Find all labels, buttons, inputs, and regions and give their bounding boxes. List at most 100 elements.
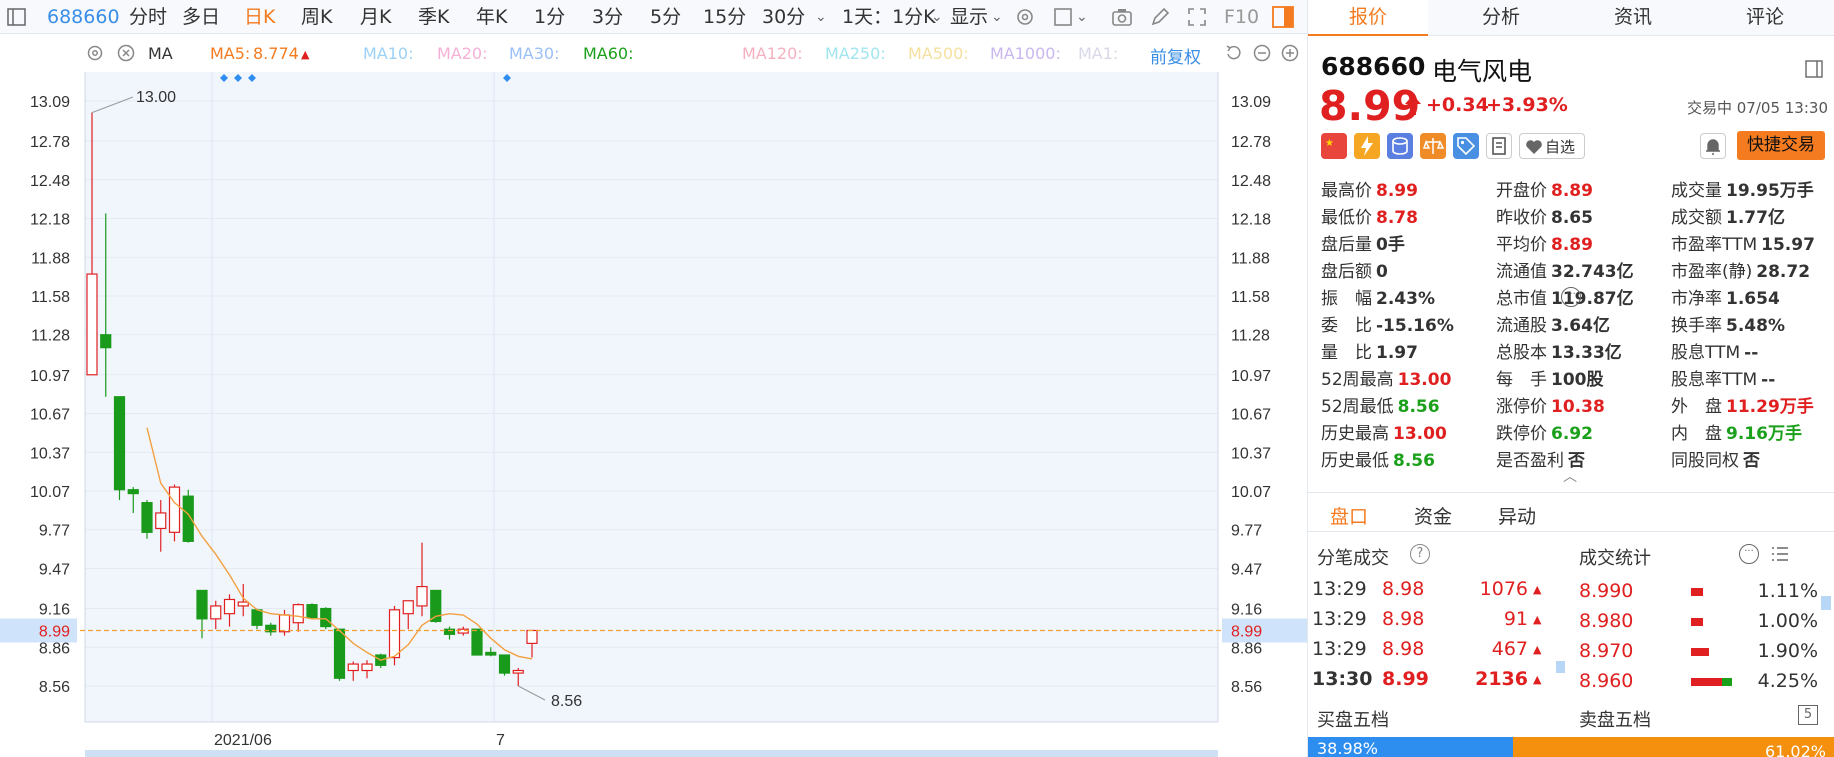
panel-toggle-icon[interactable] [1271, 5, 1294, 28]
undo-icon[interactable] [1224, 43, 1244, 67]
f10-button[interactable]: F10 [1224, 0, 1259, 34]
candle-body [292, 604, 304, 624]
tab-quarterly-k[interactable]: 季K [418, 0, 449, 34]
tab-3min[interactable]: 3分 [592, 0, 623, 34]
more-icon[interactable]: ··· [1739, 544, 1759, 564]
display-menu[interactable]: 显示 [950, 0, 988, 34]
tab-5min[interactable]: 5分 [650, 0, 681, 34]
candle-body [86, 273, 98, 376]
fullscreen-icon[interactable] [1186, 6, 1208, 28]
camera-icon[interactable] [1111, 6, 1133, 28]
scrollbar-thumb[interactable] [1556, 661, 1565, 673]
tab-orderbook[interactable]: 盘口 [1330, 502, 1368, 529]
quick-trade-button[interactable]: 快捷交易 [1737, 131, 1825, 160]
depth-tabs: 盘口 资金 异动 [1308, 492, 1834, 532]
quote-value: 32.743亿 [1551, 262, 1634, 282]
ma-indicator-label[interactable]: MA [148, 44, 173, 63]
tab-multiday[interactable]: 多日 [182, 0, 220, 34]
stock-code-tab[interactable]: 688660 [47, 0, 120, 34]
quote-value: 8.89 [1551, 181, 1593, 201]
tab-weekly-k[interactable]: 周K [301, 0, 332, 34]
quote-item: 52周最低 8.56 [1321, 392, 1440, 417]
tab-15min[interactable]: 15分 [703, 0, 746, 34]
tab-1min[interactable]: 1分 [534, 0, 565, 34]
quote-item: 昨收价 8.65 [1496, 203, 1593, 228]
quote-label: 涨停价 [1496, 397, 1547, 417]
quote-item: 同股同权否 [1671, 446, 1760, 471]
quote-value: 3.64亿 [1551, 316, 1610, 336]
quote-label: 成交量 [1671, 181, 1722, 201]
help-icon[interactable]: ? [1410, 544, 1430, 564]
price-change-pct: +3.93% [1486, 94, 1568, 116]
quote-value: -- [1761, 370, 1776, 390]
chevron-down-icon[interactable]: ⌄ [991, 0, 1003, 34]
candle-body [471, 628, 483, 656]
quote-label: 开盘价 [1496, 181, 1547, 201]
tab-comments[interactable]: 评论 [1705, 0, 1825, 36]
tab-news[interactable]: 资讯 [1573, 0, 1693, 36]
quote-label: 成交额 [1671, 208, 1722, 228]
list-icon[interactable] [1770, 544, 1790, 568]
tag-icon[interactable] [1453, 133, 1479, 159]
flash-icon[interactable] [1354, 133, 1380, 159]
quote-label: 52周最低 [1321, 397, 1394, 417]
collapse-icon[interactable]: ︿ [1563, 466, 1577, 486]
square-tool-icon[interactable] [1052, 6, 1074, 28]
current-price-label-left: 8.99 [39, 623, 70, 640]
quote-item: 股息率TTM -- [1671, 365, 1775, 390]
tab-analysis[interactable]: 分析 [1441, 0, 1561, 36]
quote-value: 5.48% [1726, 316, 1785, 336]
ma1-label: MA1: [1078, 44, 1119, 63]
quote-label: 52周最高 [1321, 370, 1394, 390]
tab-anomaly[interactable]: 异动 [1498, 502, 1536, 529]
quote-item: 平均价 8.89 [1496, 230, 1593, 255]
china-flag-icon[interactable]: ★ [1321, 133, 1347, 159]
kline-chart[interactable]: 13.09 13.09 12.78 12.78 12.48 12.48 12.18 12.18… [0, 72, 1307, 757]
scrollbar-thumb[interactable] [1821, 596, 1831, 610]
gear-icon[interactable] [1014, 6, 1036, 28]
tab-quote[interactable]: 报价 [1308, 0, 1428, 36]
tab-30min[interactable]: 30分 [762, 0, 805, 34]
ma60-label: MA60: [583, 44, 634, 63]
y-tick-label-left: 9.77 [39, 523, 70, 540]
tab-daily-k[interactable]: 日K [244, 0, 275, 34]
chevron-down-icon[interactable]: ⌄ [931, 0, 943, 34]
tab-yearly-k[interactable]: 年K [476, 0, 507, 34]
quote-value: 6.92 [1551, 424, 1593, 444]
sidebar-layout-icon[interactable] [1805, 60, 1823, 82]
tab-monthly-k[interactable]: 月K [360, 0, 391, 34]
up-arrow-icon: ▲ [301, 48, 310, 61]
overlay-period-select[interactable]: 1天：1分K [842, 0, 936, 34]
balance-icon[interactable] [1420, 133, 1446, 159]
close-icon[interactable] [116, 43, 136, 67]
candle-body [210, 605, 222, 620]
bell-icon[interactable] [1700, 133, 1726, 159]
quote-label: 是否盈利 [1496, 451, 1564, 471]
stat-bar [1691, 588, 1703, 596]
database-icon[interactable] [1387, 133, 1413, 159]
x-tick-label: 2021/06 [214, 732, 272, 749]
up-arrow-icon [1404, 94, 1422, 120]
tab-capital[interactable]: 资金 [1414, 502, 1452, 529]
more-icon[interactable]: ··· [1561, 287, 1581, 307]
five-level-toggle-icon[interactable]: 5 [1798, 705, 1818, 725]
zoom-in-icon[interactable] [1280, 43, 1300, 67]
y-tick-label-right: 11.58 [1231, 289, 1270, 306]
quote-label: 流通股 [1496, 316, 1547, 336]
min-price-label: 8.56 [551, 693, 582, 710]
y-tick-label-left: 8.86 [39, 640, 70, 657]
quote-label: 最低价 [1321, 208, 1372, 228]
add-watchlist-button[interactable]: 自选 [1519, 133, 1585, 159]
note-icon[interactable] [1486, 133, 1512, 159]
chevron-down-icon[interactable]: ⌄ [1076, 0, 1088, 34]
gear-icon[interactable] [85, 43, 105, 67]
zoom-out-icon[interactable] [1252, 43, 1272, 67]
chevron-down-icon[interactable]: ⌄ [815, 0, 827, 34]
y-tick-label-left: 11.28 [31, 328, 70, 345]
tab-timeshare[interactable]: 分时 [129, 0, 167, 34]
pencil-icon[interactable] [1149, 6, 1171, 28]
candle-body [127, 489, 139, 495]
adjust-mode-button[interactable]: 前复权 [1150, 43, 1201, 68]
kline-chart-area[interactable]: 13.09 13.09 12.78 12.78 12.48 12.48 12.18 12.18… [0, 72, 1307, 757]
sidebar-toggle-icon[interactable] [6, 6, 28, 28]
